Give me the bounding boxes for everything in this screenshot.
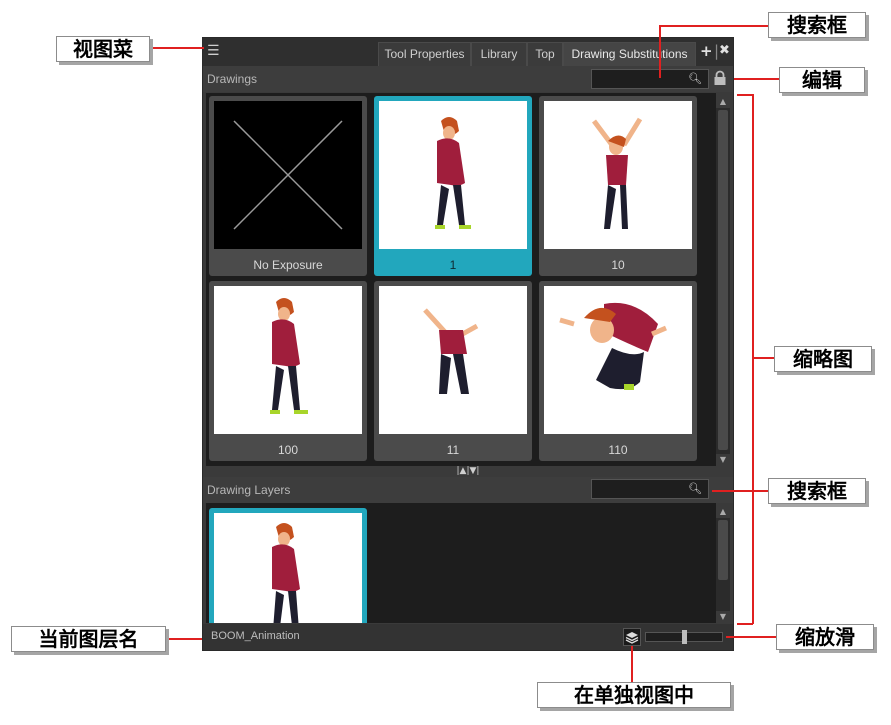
scroll-up-icon[interactable]: ▲: [716, 96, 730, 108]
callout-line: [712, 490, 768, 492]
search-icon: 🔍︎: [688, 482, 702, 495]
layers-thumbnail-grid: [206, 503, 716, 623]
character-drawing-image: [379, 286, 527, 434]
thumbnail-label: 11: [446, 443, 460, 457]
layers-icon: [625, 632, 639, 644]
drawings-title: Drawings: [207, 72, 258, 86]
tab-drawing-substitutions[interactable]: Drawing Substitutions: [563, 42, 696, 66]
thumbnail-drawing-1[interactable]: 1: [374, 96, 532, 276]
drawings-header: Drawings 🔍︎: [203, 66, 733, 92]
callout-line: [631, 646, 633, 682]
thumbnail-label: 10: [611, 258, 625, 272]
character-drawing-image: [544, 286, 692, 434]
thumbnail-no-exposure[interactable]: No Exposure: [209, 96, 367, 276]
scroll-up-icon[interactable]: ▲: [716, 506, 730, 518]
character-drawing-image: [379, 101, 527, 249]
callout-thumbnails: 缩略图: [774, 346, 872, 372]
drawing-substitutions-panel: ☰ Tool Properties Library Top Drawing Su…: [202, 37, 734, 651]
layers-search-input[interactable]: 🔍︎: [591, 479, 709, 499]
callout-line: [166, 638, 202, 640]
zoom-slider-handle[interactable]: [682, 630, 687, 644]
thumbnail-drawing-100[interactable]: 100: [209, 281, 367, 461]
scrollbar-thumb[interactable]: [718, 110, 728, 450]
callout-current-layer: 当前图层名: [11, 626, 166, 652]
callout-line: [150, 47, 204, 49]
scroll-down-icon[interactable]: ▼: [716, 454, 730, 466]
current-layer-name: BOOM_Animation: [211, 630, 300, 642]
callout-line: [737, 623, 753, 625]
callout-zoom-slider: 缩放滑: [776, 624, 874, 650]
no-exposure-image: [214, 101, 362, 249]
drawing-layers-header: Drawing Layers 🔍︎: [203, 477, 733, 503]
drawings-search-input[interactable]: 🔍︎: [591, 69, 709, 89]
thumbnail-drawing-11[interactable]: 11: [374, 281, 532, 461]
layers-scrollbar[interactable]: ▲ ▼: [716, 506, 730, 623]
zoom-slider[interactable]: [645, 630, 723, 644]
thumbnail-drawing-110[interactable]: 110: [539, 281, 697, 461]
solo-view-button[interactable]: [623, 628, 641, 646]
layer-thumbnail[interactable]: [209, 508, 367, 623]
thumbnail-drawing-10[interactable]: 10: [539, 96, 697, 276]
character-drawing-image: [214, 513, 362, 623]
drawings-scrollbar[interactable]: ▲ ▼: [716, 96, 730, 466]
callout-line: [726, 636, 776, 638]
scrollbar-thumb[interactable]: [718, 520, 728, 580]
scroll-down-icon[interactable]: ▼: [716, 611, 730, 623]
callout-line: [752, 94, 754, 624]
thumbnail-label: 100: [277, 443, 299, 457]
thumbnail-label: 1: [449, 258, 457, 272]
close-icon[interactable]: ✖: [719, 43, 730, 59]
character-drawing-image: [214, 286, 362, 434]
hamburger-menu-icon: ☰: [207, 43, 220, 59]
tab-library[interactable]: Library: [471, 42, 527, 66]
search-icon: 🔍︎: [688, 72, 702, 85]
callout-search-bottom: 搜索框: [768, 478, 866, 504]
tab-bar: ☰ Tool Properties Library Top Drawing Su…: [203, 38, 733, 66]
thumbnail-label: 110: [608, 443, 628, 457]
drawing-layers-title: Drawing Layers: [207, 483, 291, 497]
callout-line: [659, 25, 768, 27]
section-splitter[interactable]: |▲|▼|: [203, 466, 733, 476]
tab-tool-properties[interactable]: Tool Properties: [378, 42, 471, 66]
character-drawing-image: [544, 101, 692, 249]
callout-line: [737, 94, 753, 96]
thumbnail-label: No Exposure: [253, 258, 323, 272]
drawings-thumbnail-grid: No Exposure 1 10 100 11 110: [206, 93, 716, 466]
collapse-arrows-icon[interactable]: |▲|▼|: [453, 466, 483, 476]
callout-edit: 编辑: [779, 67, 865, 93]
callout-search-top: 搜索框: [768, 12, 866, 38]
lock-icon[interactable]: [713, 70, 727, 86]
panel-footer: BOOM_Animation: [203, 624, 733, 650]
tab-top[interactable]: Top: [527, 42, 563, 66]
callout-solo-view: 在单独视图中: [537, 682, 731, 708]
callout-line: [752, 357, 774, 359]
callout-line: [659, 25, 661, 78]
add-tab-icon[interactable]: +: [700, 43, 713, 59]
callout-view-menu: 视图菜: [56, 36, 150, 62]
callout-line: [734, 78, 779, 80]
view-menu-button[interactable]: ☰: [207, 43, 225, 59]
